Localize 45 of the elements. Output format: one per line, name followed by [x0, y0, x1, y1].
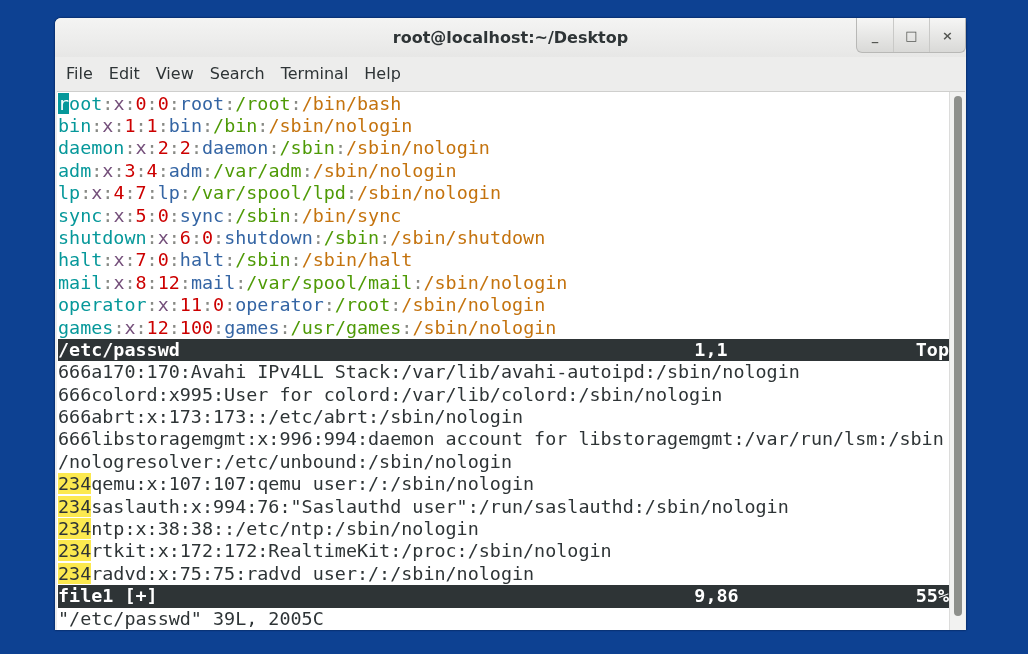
command-message: "/etc/passwd" 39L, 2005C [58, 607, 325, 630]
file-line: operator:x:11:0:operator:/root:/sbin/nologin [58, 294, 547, 317]
search-match: 234 [58, 495, 92, 517]
search-match: 234 [58, 473, 92, 495]
file-line: bin:x:1:1:bin:/bin:/sbin/nologin [58, 115, 414, 138]
file-line: sync:x:5:0:sync:/sbin:/bin/sync [58, 204, 403, 227]
file-line: 666colord:x995:User for colord:/var/lib/colord:/sbin/nologin [58, 383, 724, 407]
file-name: /etc/passwd [58, 338, 181, 362]
file-line: saslauth:x:994:76:"Saslauthd user":/run/saslauthd:/sbin/nologin [91, 495, 789, 517]
file-line: mail:x:8:12:mail:/var/spool/mail:/sbin/nologin [58, 271, 569, 295]
file-line: rtkit:x:172:172:RealtimeKit:/proc:/sbin/nologin [91, 540, 612, 562]
close-button[interactable]: × [929, 18, 965, 52]
file-line: adm:x:3:4:adm:/var/adm:/sbin/nologin [58, 159, 458, 183]
file-line: 666libstoragemgmt:x:996:994:daemon account for libstoragemgmt:/var/run/lsm:/sbin [58, 428, 945, 451]
search-match: 234 [58, 518, 92, 540]
file-line: 666abrt:x:173:173::/etc/abrt:/sbin/nologin [58, 406, 525, 429]
scroll-position: Top [915, 338, 949, 362]
file-line: daemon:x:2:2:daemon:/sbin:/sbin/nologin [58, 137, 491, 160]
menu-item[interactable]: Edit [100, 64, 148, 84]
file-line: qemu:x:107:107:qemu user:/:/sbin/nologin [91, 473, 535, 495]
cursor-position: 1,1 [694, 338, 729, 362]
file-line: games:x:12:100:games:/usr/games:/sbin/nologin [58, 316, 558, 339]
menu-item[interactable]: View [147, 64, 202, 84]
menu-item[interactable]: File [58, 64, 101, 84]
scrollbar[interactable] [949, 91, 965, 630]
file-name: file1 [+] [58, 585, 159, 608]
file-line: radvd:x:75:75:radvd user:/:/sbin/nologin [91, 562, 535, 584]
file-line: ntp:x:38:38::/etc/ntp:/sbin/nologin [91, 518, 479, 540]
file-line: /nologresolver:/etc/unbound:/sbin/nologin [58, 450, 513, 474]
scrollbar-thumb[interactable] [953, 95, 962, 616]
window-title: root@localhost:~/Desktop [392, 28, 629, 48]
file-line: lp:x:4:7:lp:/var/spool/lpd:/sbin/nologin [58, 182, 502, 205]
menu-item[interactable]: Terminal [272, 64, 357, 84]
cursor-position: 9,86 [694, 585, 740, 608]
search-match: 234 [58, 540, 92, 562]
menu-item[interactable]: Search [201, 64, 273, 84]
maximize-button[interactable]: □ [893, 18, 929, 52]
scroll-position: 55% [915, 585, 949, 608]
search-match: 234 [58, 562, 92, 584]
file-line: root:x:0:0:root:/root:/bin/bash [58, 92, 403, 115]
file-line: shutdown:x:6:0:shutdown:/sbin:/sbin/shutdown [58, 226, 547, 250]
menu-item[interactable]: Help [356, 64, 409, 84]
file-line: 666a170:170:Avahi IPv4LL Stack:/var/lib/avahi-autoipd:/sbin/nologin [58, 361, 801, 384]
minimize-button[interactable]: _ [857, 18, 893, 52]
file-line: halt:x:7:0:halt:/sbin:/sbin/halt [58, 249, 414, 272]
